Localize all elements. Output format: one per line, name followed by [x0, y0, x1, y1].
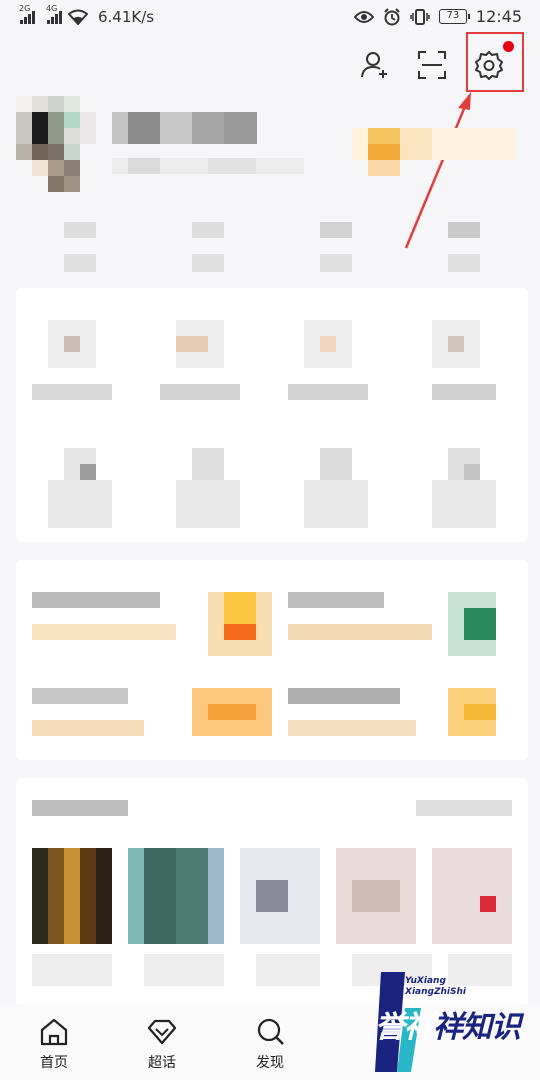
watermark-latin-2: XiangZhiShi: [405, 987, 466, 997]
watermark-latin-1: YuXiang: [405, 976, 446, 986]
recommend-thumbnail[interactable]: [336, 848, 416, 944]
feature-item[interactable]: [416, 448, 512, 528]
feature-item[interactable]: [416, 320, 512, 400]
feature-item[interactable]: [288, 320, 384, 400]
section-title: [32, 800, 128, 816]
profile-name: [112, 112, 257, 144]
stats-row: [0, 222, 540, 272]
feature-item[interactable]: [160, 320, 256, 400]
nav-item-discover[interactable]: 发现: [240, 1016, 300, 1072]
feature-item[interactable]: [32, 448, 128, 528]
recommend-thumbnail[interactable]: [32, 848, 112, 944]
diamond-icon: [147, 1019, 177, 1045]
watermark-text: 誉祥祥知识: [375, 1010, 521, 1045]
promo-item[interactable]: [32, 592, 272, 656]
stat-item[interactable]: [64, 222, 96, 272]
stat-item[interactable]: [192, 222, 224, 272]
nav-item-home[interactable]: 首页: [24, 1016, 84, 1072]
avatar[interactable]: [16, 96, 96, 192]
feature-item[interactable]: [288, 448, 384, 528]
home-icon: [40, 1018, 68, 1046]
feature-item[interactable]: [32, 320, 128, 400]
recommend-thumbnail[interactable]: [240, 848, 320, 944]
section-more-link[interactable]: [416, 800, 512, 816]
feature-item[interactable]: [160, 448, 256, 528]
promo-item[interactable]: [288, 688, 512, 736]
recommend-thumbnail[interactable]: [432, 848, 512, 944]
nav-item-super-topic[interactable]: 超话: [132, 1016, 192, 1072]
stat-item[interactable]: [320, 222, 352, 272]
recommend-thumbnail[interactable]: [128, 848, 224, 944]
feature-grid-card: [16, 288, 528, 542]
promo-card: [16, 560, 528, 760]
search-icon: [257, 1018, 284, 1045]
promo-item[interactable]: [32, 688, 272, 736]
watermark-logo: YuXiang XiangZhiShi 誉祥祥知识: [375, 972, 527, 1072]
stat-item[interactable]: [448, 222, 480, 272]
vip-badge[interactable]: [352, 128, 516, 176]
promo-item[interactable]: [288, 592, 512, 656]
profile-bio: [112, 158, 304, 174]
